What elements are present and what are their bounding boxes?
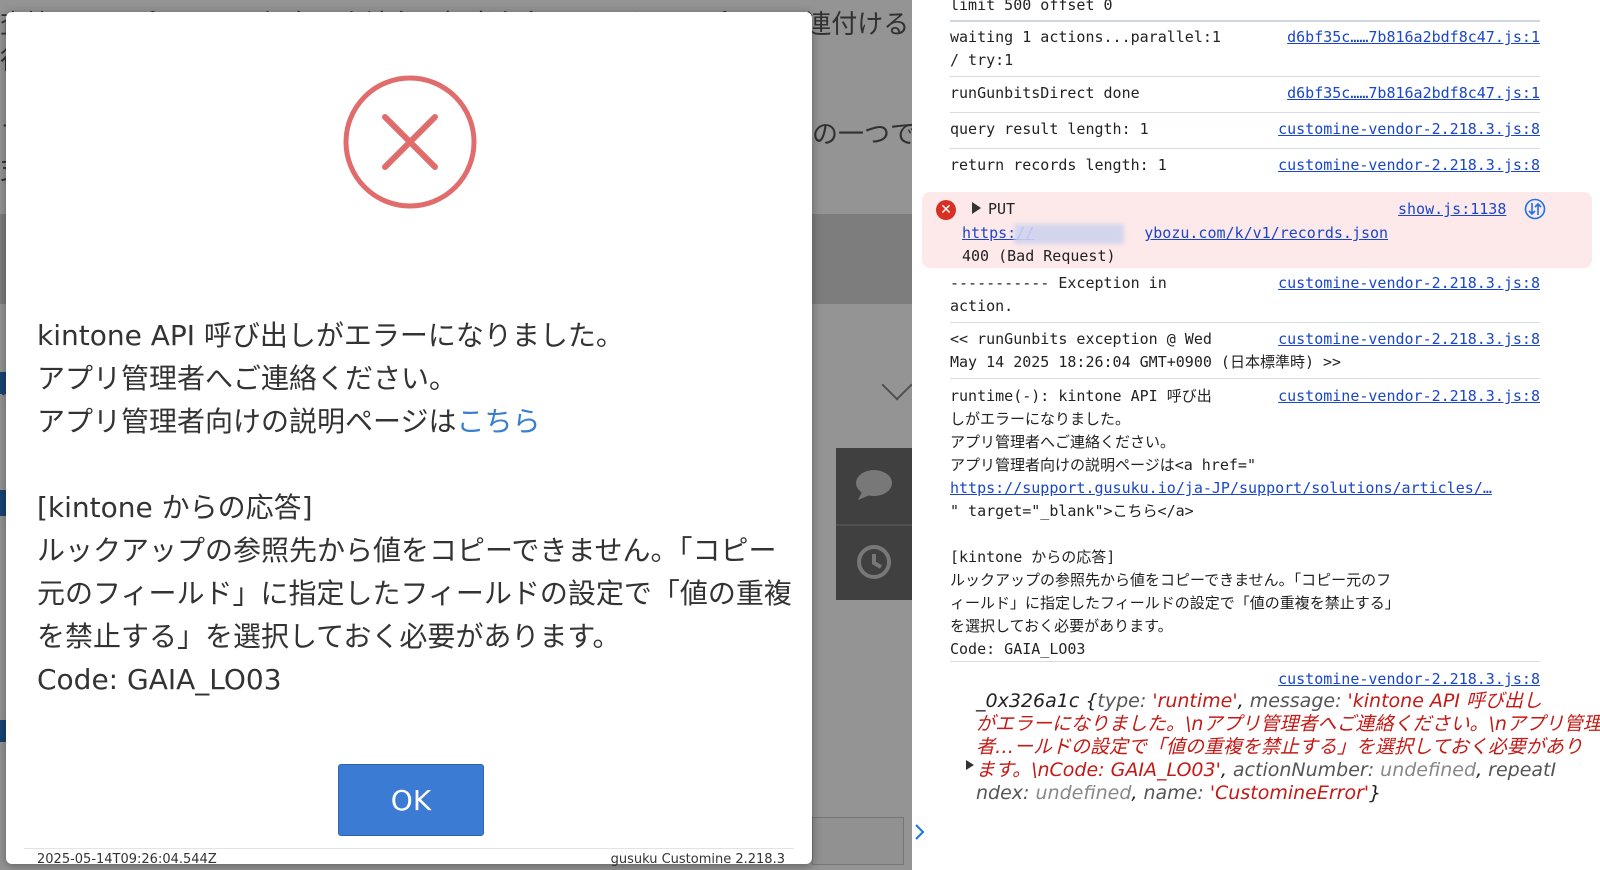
console-text-line: action. <box>950 297 1014 315</box>
url-suffix: ybozu.com/k/v1/records.json <box>1144 224 1389 242</box>
console-text-line: ----------- Exception in <box>950 274 1167 292</box>
console-source-link[interactable]: customine-vendor-2.218.3.js:8 <box>1278 668 1540 691</box>
console-message: query result length: 1 customine-vendor-… <box>950 118 1540 141</box>
footer-divider <box>24 848 794 849</box>
console-message: runGunbitsDirect done d6bf35c……7b816a2bd… <box>950 82 1540 105</box>
dialog-footer: 2025-05-14T09:26:04.544Z gusuku Customin… <box>6 848 812 867</box>
object-value: ます。\nCode: GAIA_LO03' <box>976 759 1221 781</box>
message-line: アプリ管理者へご連絡ください。 <box>37 362 458 395</box>
console-text-line: [kintone からの応答] <box>950 548 1116 566</box>
console-text-line: " target="_blank">こちら</a> <box>950 502 1194 520</box>
console-text-line: waiting 1 actions...parallel:1 <box>950 28 1221 46</box>
console-text: waiting 1 actions...parallel:1 / try:1 <box>950 26 1221 72</box>
console-separator <box>950 20 1540 22</box>
console-message: runtime(-): kintone API 呼び出 しがエラーになりました。… <box>950 385 1540 661</box>
request-method: PUT <box>988 200 1016 218</box>
object-line: ます。\nCode: GAIA_LO03', actionNumber: und… <box>976 759 1557 781</box>
network-request-icon[interactable] <box>1524 198 1546 220</box>
console-message: customine-vendor-2.218.3.js:8 <box>950 668 1540 691</box>
devtools-console: limit 500 offset 0 waiting 1 actions...p… <box>912 0 1600 870</box>
expand-caret-icon[interactable] <box>972 202 981 214</box>
console-message: waiting 1 actions...parallel:1 / try:1 d… <box>950 26 1540 72</box>
app-page: 査管理 アプリから、顧客の会社名や担当者名をルックアップして関連付けること 行 … <box>0 0 912 870</box>
console-message: << runGunbits exception @ Wed May 14 202… <box>950 328 1540 374</box>
console-separator <box>950 148 1540 149</box>
footer-version: gusuku Customine 2.218.3 <box>610 852 785 867</box>
console-text-line: しがエラーになりました。 <box>950 410 1131 428</box>
console-text-line: アプリ管理者へご連絡ください。 <box>950 433 1176 451</box>
console-separator <box>950 76 1540 77</box>
error-icon: ✕ <box>936 200 956 220</box>
object-brace: } <box>1369 782 1382 804</box>
footer-timestamp: 2025-05-14T09:26:04.544Z <box>37 852 217 867</box>
message-spacer <box>37 443 797 486</box>
console-source-link[interactable]: customine-vendor-2.218.3.js:8 <box>1278 328 1540 351</box>
console-text: runGunbitsDirect done <box>950 84 1140 102</box>
object-preview: _0x326a1c {type: 'runtime', message: 'ki… <box>976 690 1600 805</box>
object-key: repeatI <box>1488 759 1557 781</box>
console-separator <box>950 378 1540 379</box>
object-line: _0x326a1c {type: 'runtime', message: 'ki… <box>976 690 1543 712</box>
console-source-link[interactable]: show.js:1138 <box>1398 198 1506 221</box>
console-text-line: Code: GAIA_LO03 <box>950 640 1086 658</box>
console-text-line: を選択しておく必要があります。 <box>950 617 1173 635</box>
console-text-line: ィールド」に指定したフィールドの設定で「値の重複を禁止する」 <box>950 594 1400 612</box>
console-message: ----------- Exception in action. customi… <box>950 272 1540 318</box>
error-code: Code: GAIA_LO03 <box>37 663 282 696</box>
console-prompt-chevron-icon[interactable] <box>912 820 930 844</box>
message-text: アプリ管理者向けの説明ページは <box>37 405 457 438</box>
response-text: ルックアップの参照先から値をコピーできません。「コピー元のフィールド」に指定した… <box>37 534 792 653</box>
console-source-link[interactable]: customine-vendor-2.218.3.js:8 <box>1278 154 1540 177</box>
support-article-link[interactable]: https://support.gusuku.io/ja-JP/support/… <box>950 477 1492 500</box>
console-text-line: / try:1 <box>950 51 1014 69</box>
response-header: [kintone からの応答] <box>37 491 313 524</box>
error-dialog: kintone API 呼び出しがエラーになりました。 アプリ管理者へご連絡くだ… <box>6 12 812 867</box>
object-key: actionNumber: <box>1232 759 1381 781</box>
object-line: ndex: undefined, name: 'CustomineError'} <box>976 782 1382 804</box>
console-source-link[interactable]: customine-vendor-2.218.3.js:8 <box>1278 385 1540 408</box>
console-source-link[interactable]: d6bf35c……7b816a2bdf8c47.js:1 <box>1287 82 1540 105</box>
ok-button[interactable]: OK <box>338 764 484 836</box>
console-source-link[interactable]: d6bf35c……7b816a2bdf8c47.js:1 <box>1287 26 1540 49</box>
object-key: message: <box>1249 690 1348 712</box>
object-key: ndex: <box>976 782 1036 804</box>
object-name: _0x326a1c <box>976 690 1080 712</box>
object-key: name: <box>1143 782 1210 804</box>
object-value: がエラーになりました。\nアプリ管理者へご連絡ください。\nアプリ管理 <box>976 713 1600 735</box>
console-text: query result length: 1 <box>950 120 1149 138</box>
console-text: return records length: 1 <box>950 156 1167 174</box>
console-separator <box>950 661 1540 662</box>
expand-caret-icon[interactable] <box>966 760 974 770</box>
console-source-link[interactable]: customine-vendor-2.218.3.js:8 <box>1278 272 1540 295</box>
help-page-link[interactable]: こちら <box>456 405 540 438</box>
console-text: runtime(-): kintone API 呼び出 しがエラーになりました。… <box>950 385 1492 661</box>
dialog-message: kintone API 呼び出しがエラーになりました。 アプリ管理者へご連絡くだ… <box>37 314 797 701</box>
console-text: limit 500 offset 0 <box>950 0 1113 14</box>
object-key: type: <box>1097 690 1153 712</box>
object-value: 'kintone API 呼び出し <box>1347 690 1543 712</box>
console-separator <box>950 322 1540 323</box>
request-status: 400 (Bad Request) <box>962 247 1116 265</box>
console-message: return records length: 1 customine-vendo… <box>950 154 1540 177</box>
console-text-line: ルックアップの参照先から値をコピーできません。「コピー元のフ <box>950 571 1392 589</box>
object-value: undefined <box>1035 782 1132 804</box>
console-source-link[interactable]: customine-vendor-2.218.3.js:8 <box>1278 118 1540 141</box>
console-separator <box>950 112 1540 113</box>
console-text-line: アプリ管理者向けの説明ページは<a href=" <box>950 456 1256 474</box>
error-x-circle-icon <box>343 75 477 209</box>
object-value: 'runtime' <box>1152 690 1238 712</box>
console-text-line: May 14 2025 18:26:04 GMT+0900 (日本標準時) >> <box>950 353 1342 371</box>
console-text-line <box>950 523 1492 546</box>
object-brace: { <box>1085 690 1098 712</box>
message-line: kintone API 呼び出しがエラーになりました。 <box>37 319 624 352</box>
console-message: limit 500 offset 0 <box>950 0 1540 17</box>
object-value: 者…ールドの設定で「値の重複を禁止する」を選択しておく必要があり <box>976 736 1583 758</box>
object-value: 'CustomineError' <box>1209 782 1370 804</box>
redaction-blur <box>1014 224 1124 244</box>
console-error-row[interactable]: ✕ PUT show.js:1138 https://ybozu.com/k/v… <box>922 192 1592 268</box>
console-text: ----------- Exception in action. <box>950 272 1167 318</box>
message-line: アプリ管理者向けの説明ページはこちら <box>37 400 797 443</box>
object-value: undefined <box>1380 759 1477 781</box>
